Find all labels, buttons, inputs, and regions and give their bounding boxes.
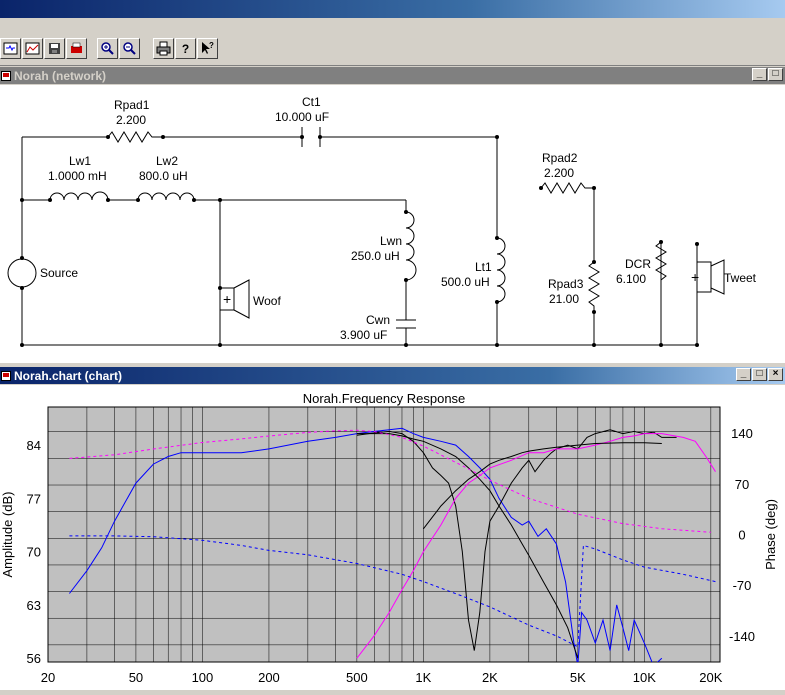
app-title-bar — [0, 0, 785, 18]
network-window-title: Norah (network) — [14, 68, 107, 83]
open-folder-icon — [71, 42, 82, 53]
x-tick-label: 100 — [192, 670, 214, 685]
y2-tick-label: -140 — [729, 629, 755, 644]
ct1-value: 10.000 uF — [275, 110, 329, 124]
cwn-name: Cwn — [366, 313, 390, 327]
floppy-icon — [49, 43, 60, 54]
y-tick-label: 63 — [27, 598, 41, 613]
minimize-button[interactable]: _ — [752, 68, 767, 81]
chart-window-title: Norah.chart (chart) — [14, 368, 123, 383]
y-tick-label: 84 — [27, 438, 41, 453]
svg-text:?: ? — [209, 41, 214, 50]
y-tick-label: 77 — [27, 491, 41, 506]
frequency-response-chart: 20 50 100 200 500 1K 2K 5K 10K 20K 56 63 70 77 84 140 70… — [0, 391, 778, 685]
lw2-value: 800.0 uH — [139, 169, 188, 183]
print-setup-button[interactable] — [66, 38, 87, 59]
maximize-button[interactable]: □ — [768, 68, 783, 81]
lwn-value: 250.0 uH — [351, 249, 400, 263]
rpad3-name: Rpad3 — [548, 277, 584, 291]
network-canvas[interactable]: Rpad1 2.200 Ct1 10.000 uF Lw1 1.0000 mH … — [0, 85, 785, 363]
tweet-plus-sign: + — [691, 269, 699, 285]
chart-panel[interactable]: 20 50 100 200 500 1K 2K 5K 10K 20K 56 63 70 77 84 140 70… — [0, 385, 785, 690]
dcr-value: 6.100 — [616, 272, 646, 286]
minimize-button[interactable]: _ — [736, 368, 751, 381]
y-tick-label: 70 — [27, 545, 41, 560]
lw2-name: Lw2 — [156, 154, 178, 168]
source-label: Source — [40, 266, 78, 280]
window-icon — [1, 70, 11, 81]
toolbar: ? ? — [0, 18, 785, 66]
zoom-in-icon — [101, 42, 114, 55]
y2-axis-label: Phase (deg) — [763, 499, 778, 570]
context-help-button[interactable]: ? — [197, 38, 218, 59]
lw1-value: 1.0000 mH — [48, 169, 107, 183]
woof-label: Woof — [253, 294, 281, 308]
x-tick-label: 10K — [633, 670, 656, 685]
plot-area — [47, 406, 721, 663]
lwn-name: Lwn — [380, 234, 402, 248]
chart-view-button[interactable] — [22, 38, 43, 59]
network-window-title-bar[interactable]: Norah (network) _ □ — [0, 67, 785, 84]
rpad1-value: 2.200 — [116, 113, 146, 127]
dcr-name: DCR — [625, 257, 651, 271]
window-icon — [1, 370, 11, 381]
printer-icon — [156, 41, 171, 56]
help-icon: ? — [181, 41, 190, 56]
ct1-name: Ct1 — [302, 95, 321, 109]
x-tick-label: 5K — [570, 670, 586, 685]
network-view-button[interactable] — [0, 38, 21, 59]
y2-tick-label: 0 — [738, 528, 745, 543]
rpad1-name: Rpad1 — [114, 98, 150, 112]
y2-tick-label: 140 — [731, 426, 753, 441]
x-tick-label: 500 — [346, 670, 368, 685]
chart-window-title-bar[interactable]: Norah.chart (chart) _ □ × — [0, 367, 785, 384]
chart-title: Norah.Frequency Response — [303, 391, 466, 406]
lt1-value: 500.0 uH — [441, 275, 490, 289]
y2-tick-label: 70 — [735, 477, 749, 492]
help-button[interactable]: ? — [175, 38, 196, 59]
x-tick-label: 20 — [41, 670, 55, 685]
tweet-label: Tweet — [724, 271, 757, 285]
x-tick-label: 200 — [258, 670, 280, 685]
y2-tick-label: -70 — [733, 578, 752, 593]
context-help-icon: ? — [202, 41, 214, 54]
rpad2-name: Rpad2 — [542, 151, 578, 165]
print-button[interactable] — [153, 38, 174, 59]
maximize-button[interactable]: □ — [752, 368, 767, 381]
zoom-out-icon — [123, 42, 136, 55]
x-tick-label: 2K — [482, 670, 498, 685]
network-icon — [3, 42, 18, 55]
zoom-out-button[interactable] — [119, 38, 140, 59]
x-tick-label: 50 — [129, 670, 143, 685]
woof-plus-sign: + — [223, 291, 231, 307]
cwn-value: 3.900 uF — [340, 328, 387, 342]
save-button[interactable] — [44, 38, 65, 59]
x-tick-label: 1K — [415, 670, 431, 685]
lw1-name: Lw1 — [69, 154, 91, 168]
close-button[interactable]: × — [768, 368, 783, 381]
x-tick-label: 20K — [699, 670, 722, 685]
lt1-name: Lt1 — [475, 260, 492, 274]
y-axis-label: Amplitude (dB) — [0, 492, 15, 578]
y-tick-label: 56 — [27, 651, 41, 666]
rpad2-value: 2.200 — [544, 166, 574, 180]
rpad3-value: 21.00 — [549, 292, 579, 306]
zoom-in-button[interactable] — [97, 38, 118, 59]
chart-icon — [25, 42, 40, 55]
